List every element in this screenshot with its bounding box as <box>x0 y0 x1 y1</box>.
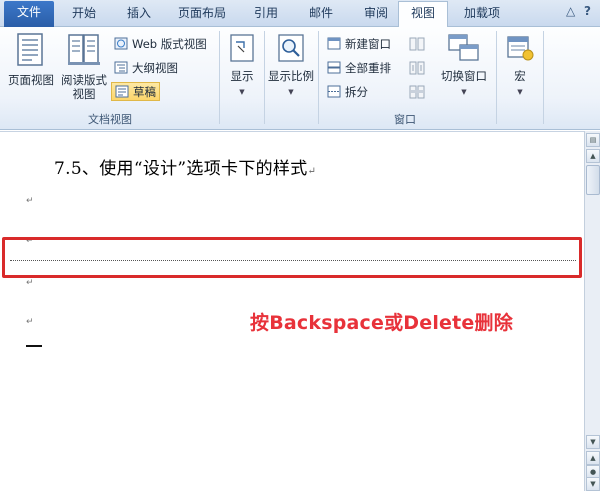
page-view-icon <box>6 33 56 70</box>
split-label: 拆分 <box>345 85 368 99</box>
tab-page-layout[interactable]: 页面布局 <box>170 2 234 27</box>
group-separator <box>264 31 265 124</box>
new-window-label: 新建窗口 <box>345 37 391 51</box>
zoom-icon <box>268 33 314 66</box>
show-button[interactable]: 显示 ▼ <box>224 33 260 99</box>
tab-home[interactable]: 开始 <box>60 2 108 27</box>
arrange-all-icon <box>327 61 341 74</box>
text-cursor <box>26 345 42 347</box>
tab-file[interactable]: 文件 <box>4 1 54 27</box>
switch-windows-label: 切换窗口 <box>441 69 487 83</box>
paragraph-mark: ↵ <box>307 166 317 177</box>
chevron-down-icon: ▼ <box>239 88 245 96</box>
vertical-scrollbar[interactable]: ▤ ▲ ▼ ▲ ● ▼ <box>584 131 600 491</box>
draft-view-button[interactable]: 草稿 <box>111 82 160 101</box>
switch-windows-button[interactable]: 切换窗口 ▼ <box>436 33 492 99</box>
reading-view-icon <box>58 33 110 70</box>
draft-icon <box>115 85 129 98</box>
zoom-button[interactable]: 显示比例 ▼ <box>268 33 314 99</box>
minimize-ribbon-icon[interactable]: △ <box>566 4 575 18</box>
tab-view[interactable]: 视图 <box>398 1 448 27</box>
outline-view-button[interactable]: 大纲视图 <box>114 59 178 77</box>
view-side-by-side-icon[interactable] <box>409 36 425 55</box>
draft-view-label: 草稿 <box>133 85 156 99</box>
arrange-all-label: 全部重排 <box>345 61 391 75</box>
doc-view-group-label: 文档视图 <box>88 113 132 126</box>
paragraph-mark: ↵ <box>26 278 34 288</box>
chevron-down-icon: ▼ <box>517 88 523 96</box>
ribbon-tab-bar: 文件 开始 插入 页面布局 引用 邮件 审阅 视图 加载项 △ ? <box>0 0 600 27</box>
show-icon <box>224 33 260 66</box>
scroll-up-icon[interactable]: ▲ <box>586 149 600 163</box>
paragraph-mark: ↵ <box>26 196 34 206</box>
new-window-button[interactable]: 新建窗口 <box>327 35 391 53</box>
help-icon[interactable]: ? <box>584 4 591 18</box>
reading-view-label-1: 阅读版式 <box>61 73 107 87</box>
switch-windows-icon <box>436 33 492 66</box>
page-view-button[interactable]: 页面视图 <box>6 33 56 87</box>
tab-add-ins[interactable]: 加载项 <box>454 2 510 27</box>
web-layout-icon <box>114 37 128 50</box>
ribbon: 页面视图 阅读版式 视图 Web 版式视图 大纲视图 草稿 文档视图 显示 ▼ … <box>0 27 600 130</box>
tab-references[interactable]: 引用 <box>242 2 290 27</box>
window-group-label: 窗口 <box>394 113 416 126</box>
tab-review[interactable]: 审阅 <box>352 2 400 27</box>
reading-view-label-2: 视图 <box>72 87 96 101</box>
group-separator <box>496 31 497 124</box>
outline-icon <box>114 61 128 74</box>
full-screen-reading-button[interactable]: 阅读版式 视图 <box>58 33 110 101</box>
macros-icon <box>500 33 540 66</box>
next-page-icon[interactable]: ▼ <box>586 477 600 491</box>
group-separator <box>318 31 319 124</box>
ruler-toggle-icon[interactable]: ▤ <box>586 133 600 147</box>
instruction-annotation: 按Backspace或Delete删除 <box>250 312 513 334</box>
tab-insert[interactable]: 插入 <box>115 2 163 27</box>
document-page[interactable]: 7.5、使用“设计”选项卡下的样式↵ ↵ ↵ ↵ ↵ 按Backspace或De… <box>0 131 584 491</box>
group-separator <box>219 31 220 124</box>
split-icon <box>327 85 341 98</box>
document-heading: 7.5、使用“设计”选项卡下的样式↵ <box>54 154 316 179</box>
chevron-down-icon: ▼ <box>461 88 467 96</box>
synchronous-scrolling-icon[interactable] <box>409 60 425 79</box>
arrange-all-button[interactable]: 全部重排 <box>327 59 391 77</box>
scrollbar-thumb[interactable] <box>586 165 600 195</box>
tab-mailings[interactable]: 邮件 <box>297 2 345 27</box>
highlight-box <box>2 237 582 278</box>
previous-page-icon[interactable]: ▲ <box>586 451 600 465</box>
scroll-down-icon[interactable]: ▼ <box>586 435 600 449</box>
page-view-label: 页面视图 <box>8 73 54 87</box>
macros-button[interactable]: 宏 ▼ <box>500 33 540 99</box>
group-separator <box>543 31 544 124</box>
chevron-down-icon: ▼ <box>288 88 294 96</box>
split-button[interactable]: 拆分 <box>327 83 368 101</box>
zoom-label: 显示比例 <box>268 69 314 83</box>
outline-view-label: 大纲视图 <box>132 61 178 75</box>
show-label: 显示 <box>230 69 254 83</box>
paragraph-mark: ↵ <box>26 317 34 327</box>
web-layout-label: Web 版式视图 <box>132 37 207 51</box>
web-layout-button[interactable]: Web 版式视图 <box>114 35 207 53</box>
new-window-icon <box>327 37 341 50</box>
heading-text: 7.5、使用“设计”选项卡下的样式 <box>54 159 308 179</box>
reset-window-position-icon[interactable] <box>409 84 425 103</box>
macros-label: 宏 <box>514 69 526 83</box>
